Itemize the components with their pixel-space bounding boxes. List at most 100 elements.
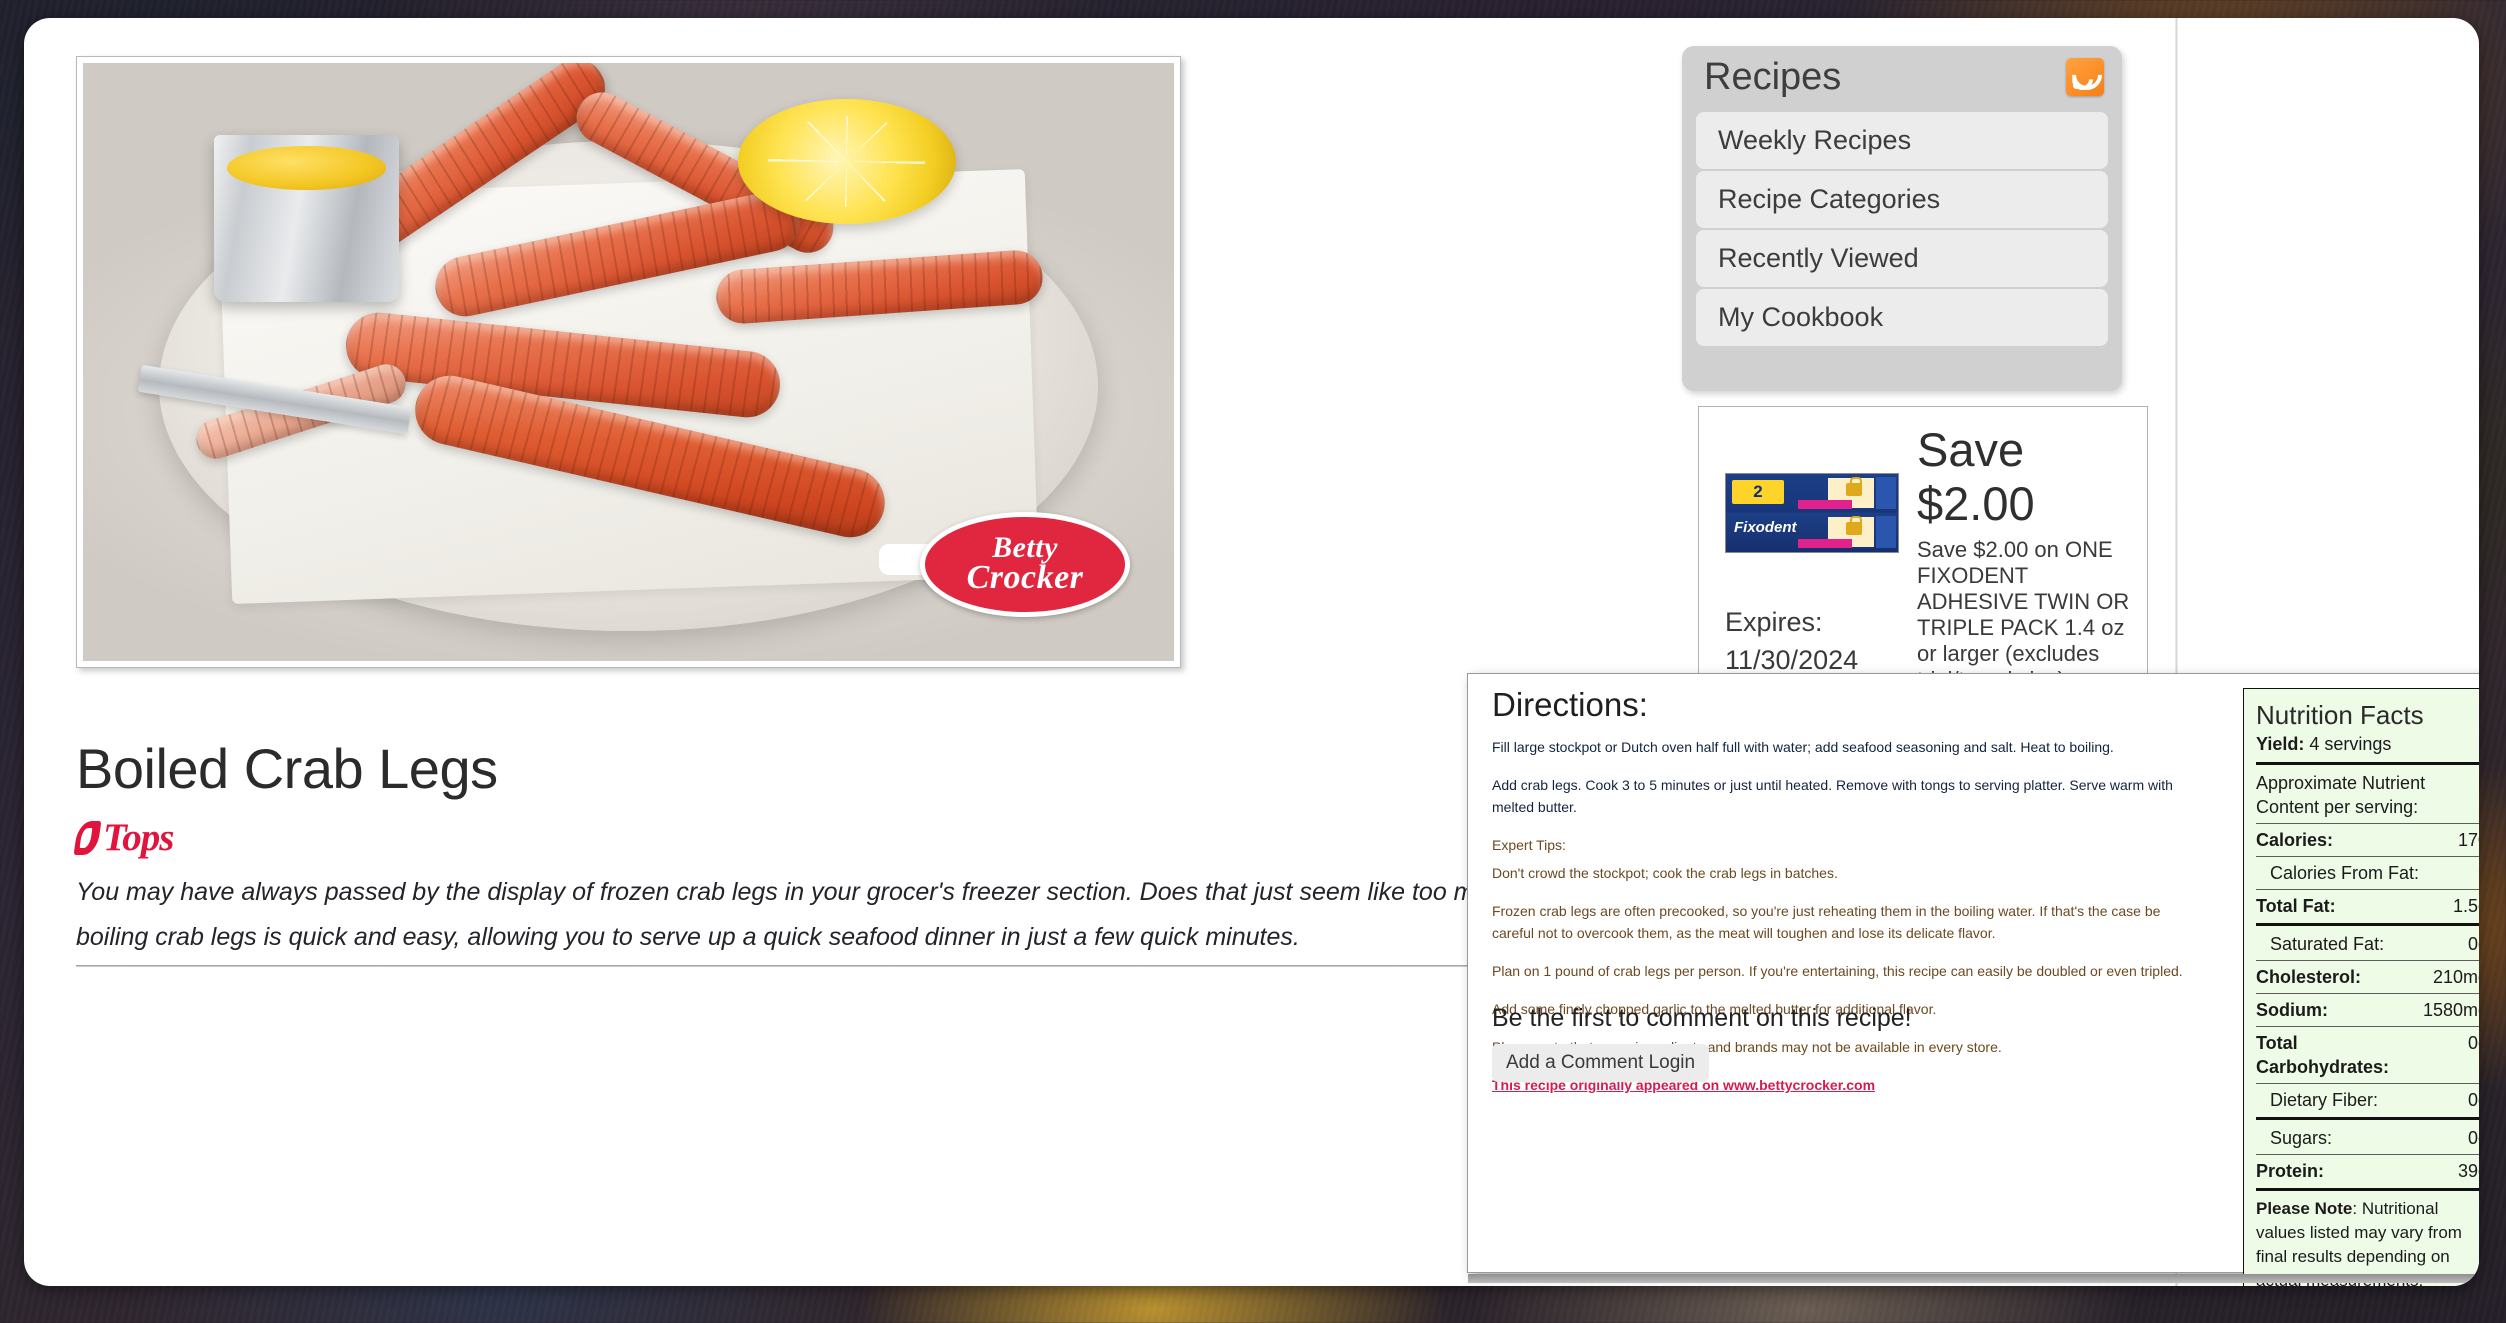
- divider: [2256, 856, 2479, 857]
- nutrition-row: Calories From Fat: 9: [2256, 861, 2479, 885]
- nutrition-facts-title: Nutrition Facts: [2256, 700, 2424, 730]
- nutrition-row-label: Total Carbohydrates:: [2256, 1033, 2390, 1077]
- nutrition-row-label: Calories:: [2256, 830, 2334, 850]
- rss-icon[interactable]: [2065, 53, 2109, 97]
- lemon-wedge-shape: [737, 98, 956, 225]
- coupon-blue-panel: [1876, 516, 1896, 548]
- divider: [2256, 1154, 2479, 1155]
- nutrition-row-value: 9: [2478, 861, 2479, 885]
- nutrition-row: Cholesterol: 210mg: [2256, 965, 2479, 989]
- divider: [2256, 1117, 2479, 1120]
- coupon-expiry: Expires: 11/30/2024: [1725, 603, 1858, 679]
- coupon-card[interactable]: 2 Fixodent Save $2.00 Save $2.00 on ONE …: [1698, 406, 2148, 698]
- nutrition-row-label: Sodium:: [2256, 1000, 2328, 1020]
- nutrition-yield-label: Yield:: [2256, 734, 2305, 754]
- recipes-panel-header: Recipes: [1682, 46, 2122, 108]
- betty-crocker-line1: Betty: [992, 530, 1058, 564]
- nutrition-row-label: Protein:: [2256, 1161, 2325, 1181]
- coupon-detail-text: Save $2.00 on ONE FIXODENT ADHESIVE TWIN…: [1917, 537, 2130, 692]
- nutrition-row: Sodium: 1580mg: [2256, 998, 2479, 1022]
- nutrition-yield: Yield: 4 servings: [2256, 731, 2479, 757]
- nutrition-row-value: 0g: [2467, 1090, 2479, 1110]
- lock-icon: [1846, 516, 1862, 535]
- page-title: Boiled Crab Legs: [76, 737, 498, 800]
- expert-tip: Plan on 1 pound of crab legs per person.…: [1492, 963, 2183, 979]
- expert-tip: Frozen crab legs are often precooked, so…: [1492, 903, 2161, 941]
- directions-window: Directions: Fill large stockpot or Dutch…: [1467, 673, 2479, 1286]
- expert-tip: Don't crowd the stockpot; cook the crab …: [1492, 865, 1838, 881]
- nutrition-approx-note: Approximate Nutrient Content per serving…: [2256, 773, 2426, 817]
- nutrition-row-label: Sugars:: [2270, 1128, 2333, 1148]
- nutrition-facts-panel: Nutrition Facts Yield: 4 servings Approx…: [2243, 688, 2479, 1286]
- sidebar-item-label: Recipe Categories: [1718, 184, 1941, 214]
- coupon-product-image: 2 Fixodent: [1725, 473, 1899, 553]
- directions-title: Directions:: [1492, 686, 1648, 723]
- sidebar-item-weekly-recipes[interactable]: Weekly Recipes: [1696, 112, 2108, 169]
- coupon-expiry-label: Expires:: [1725, 607, 1823, 637]
- coupon-product-row: 2: [1726, 474, 1898, 513]
- nutrition-disclaimer: Please Note: Nutritional values listed m…: [2256, 1197, 2479, 1286]
- coupon-pack-count: 2: [1753, 482, 1763, 501]
- nutrition-yield-value: 4 servings: [2309, 734, 2392, 754]
- divider: [2256, 823, 2479, 824]
- nutrition-row-label: Calories From Fat:: [2270, 863, 2420, 883]
- sidebar-item-recipe-categories[interactable]: Recipe Categories: [1696, 171, 2108, 228]
- nutrition-row: Dietary Fiber: 0g: [2256, 1088, 2479, 1112]
- butter-cup-shape: [213, 134, 400, 303]
- nutrition-row-value: 210mg: [2432, 967, 2479, 987]
- directions-step: Add crab legs. Cook 3 to 5 minutes or ju…: [1492, 777, 2173, 815]
- add-comment-button[interactable]: Add a Comment Login: [1492, 1044, 1710, 1082]
- browser-page: Betty Crocker Boiled Crab Legs Tops You …: [24, 18, 2479, 1286]
- nutrition-row-value: 0g: [2467, 1033, 2479, 1053]
- coupon-brand-name: Fixodent: [1734, 519, 1797, 536]
- sidebar-item-my-cookbook[interactable]: My Cookbook: [1696, 289, 2108, 346]
- nutrition-row-value: 39g: [2457, 1161, 2479, 1181]
- sidebar-item-label: Weekly Recipes: [1718, 125, 1912, 155]
- divider: [2256, 923, 2479, 926]
- tops-logo[interactable]: Tops: [73, 815, 174, 860]
- divider: [2256, 993, 2479, 994]
- tops-wordmark: Tops: [103, 816, 174, 859]
- divider: [2256, 889, 2479, 890]
- recipe-photo: Betty Crocker: [76, 56, 1181, 668]
- nutrition-row-value: 1.5g: [2452, 896, 2479, 916]
- coupon-pink-band: [1798, 500, 1852, 509]
- coupon-save-amount: $2.00: [1917, 477, 2035, 530]
- nutrition-row: Total Fat: 1.5g: [2256, 894, 2479, 918]
- nutrition-disclaimer-label: Please Note: [2256, 1199, 2353, 1218]
- nutrition-row-label: Cholesterol:: [2256, 967, 2362, 987]
- nutrition-row-value: 1580mg: [2422, 1000, 2479, 1020]
- divider: [2256, 1188, 2479, 1191]
- nutrition-row-label: Total Fat:: [2256, 896, 2336, 916]
- nutrition-row-value: 0g: [2467, 1128, 2479, 1148]
- betty-crocker-logo: Betty Crocker: [879, 511, 1131, 618]
- betty-crocker-line2: Crocker: [966, 559, 1084, 597]
- nutrition-row: Total Carbohydrates: 0g: [2256, 1031, 2479, 1079]
- sidebar-item-label: My Cookbook: [1718, 302, 1884, 332]
- tops-mark-icon: [73, 820, 102, 855]
- coupon-product-row: Fixodent: [1726, 513, 1898, 552]
- divider: [2256, 1083, 2479, 1084]
- rss-arc-large: [2065, 53, 2109, 97]
- coupon-save-word: Save: [1917, 423, 2025, 476]
- coupon-pink-band: [1798, 539, 1852, 548]
- nutrition-row: Calories: 170: [2256, 828, 2479, 852]
- coupon-blue-panel: [1876, 477, 1896, 509]
- coupon-save-block: Save $2.00 Save $2.00 on ONE FIXODENT AD…: [1917, 423, 2133, 693]
- nutrition-row-label: Saturated Fat:: [2270, 934, 2385, 954]
- nutrition-row-value: 0g: [2467, 934, 2479, 954]
- sidebar-item-label: Recently Viewed: [1718, 243, 1919, 273]
- divider: [2256, 960, 2479, 961]
- nutrition-row: Protein: 39g: [2256, 1159, 2479, 1183]
- comment-prompt: Be the first to comment on this recipe!: [1492, 1004, 1912, 1032]
- divider: [2256, 762, 2479, 765]
- nutrition-row: Saturated Fat: 0g: [2256, 932, 2479, 956]
- betty-crocker-oval: Betty Crocker: [919, 511, 1131, 618]
- nutrition-row: Sugars: 0g: [2256, 1126, 2479, 1150]
- sidebar-item-recently-viewed[interactable]: Recently Viewed: [1696, 230, 2108, 287]
- coupon-value-pack-badge: 2: [1732, 480, 1784, 504]
- recipes-panel-title: Recipes: [1704, 55, 1842, 98]
- recipe-photo-canvas: Betty Crocker: [83, 63, 1174, 661]
- expert-tips-heading: Expert Tips:: [1492, 837, 1566, 853]
- nutrition-row-label: Dietary Fiber:: [2270, 1090, 2379, 1110]
